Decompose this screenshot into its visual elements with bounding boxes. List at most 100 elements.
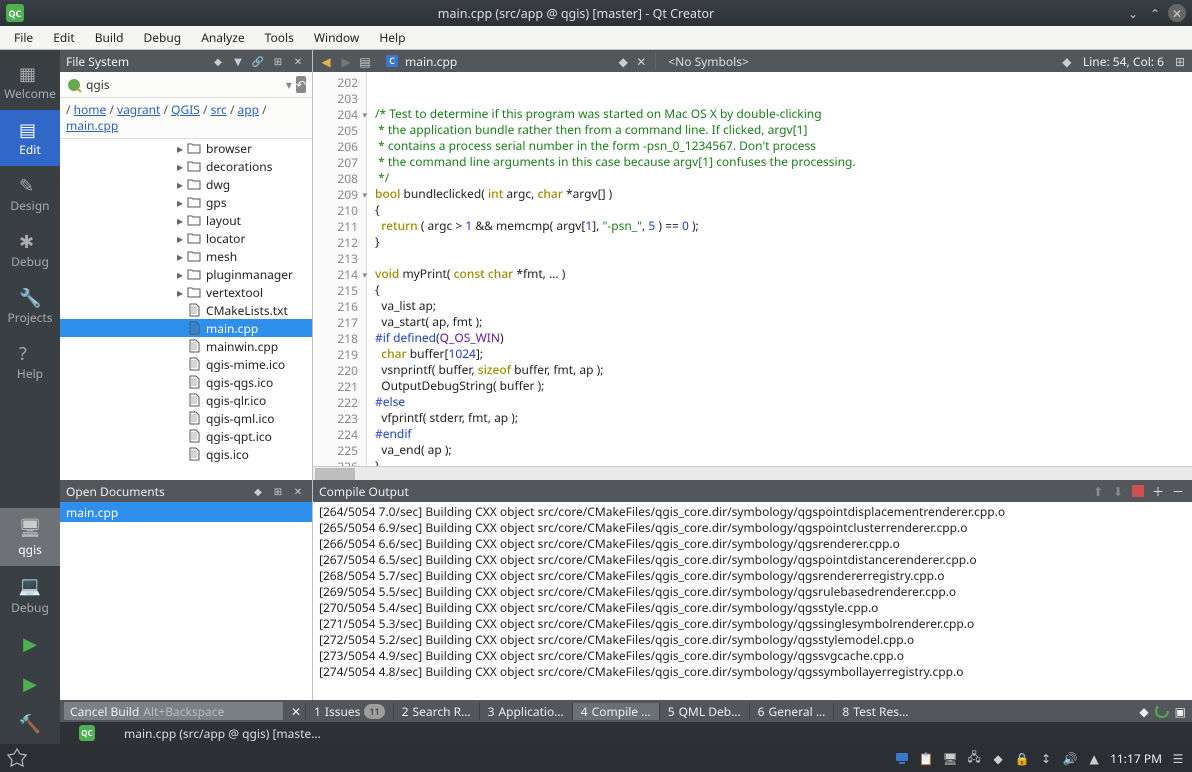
mode-debug[interactable]: ✱Debug — [0, 222, 60, 278]
file-tree[interactable]: ▸browser▸decorations▸dwg▸gps▸layout▸loca… — [60, 139, 312, 480]
minimize-button[interactable]: ⌄ — [1124, 4, 1142, 22]
maximize-button[interactable]: ⌃ — [1146, 4, 1164, 22]
menu-debug[interactable]: Debug — [133, 27, 191, 48]
start-menu-icon[interactable] — [6, 747, 28, 769]
split-icon[interactable]: ⊞ — [270, 53, 286, 69]
opendocs-dropdown-icon[interactable]: ◆ — [250, 483, 266, 499]
symbols-chevron-icon[interactable]: ◆ — [1059, 53, 1075, 70]
compile-zoom-in-icon[interactable]: ＋ — [1150, 483, 1166, 499]
mode-help[interactable]: ?Help — [0, 334, 60, 390]
breadcrumb-seg[interactable]: QGIS — [171, 101, 200, 118]
tray-updown-icon[interactable]: ↕ — [1038, 750, 1054, 766]
output-tab-1[interactable]: 1Issues11 — [305, 703, 393, 720]
file-dropdown-icon[interactable]: ◆ — [615, 53, 631, 70]
project-row[interactable]: qgis ▾ ↶ — [60, 72, 312, 98]
tray-chevron-icon[interactable]: ▲ — [1086, 750, 1102, 766]
back-icon[interactable]: ↶ — [296, 76, 306, 93]
breadcrumb-seg[interactable]: src — [211, 101, 227, 118]
menu-window[interactable]: Window — [304, 27, 370, 48]
tray-display-icon[interactable]: 🖥 — [942, 750, 958, 766]
code-area[interactable]: /* Test to determine if this program was… — [367, 72, 1192, 480]
tray-vault-icon[interactable]: 🔒 — [1014, 750, 1030, 766]
mode-edit[interactable]: ▤Edit — [0, 110, 60, 166]
compile-prev-icon[interactable]: ⬆ — [1090, 483, 1106, 499]
close-button[interactable]: ✕ — [1168, 4, 1186, 22]
cancel-build-field[interactable]: Cancel Build Alt+Backspace — [64, 702, 283, 720]
tree-folder[interactable]: ▸mesh — [60, 247, 312, 265]
close-panel-icon[interactable]: ✕ — [290, 53, 306, 69]
cancel-clear-icon[interactable]: ✕ — [291, 703, 301, 720]
output-tab-4[interactable]: 4Compile … — [572, 703, 659, 720]
editor-hscrollbar[interactable] — [313, 466, 1192, 480]
tree-file[interactable]: qgis-qml.ico — [60, 409, 312, 427]
tree-folder[interactable]: ▸decorations — [60, 157, 312, 175]
close-file-icon[interactable]: ✕ — [633, 53, 649, 70]
toggle-output-icon[interactable]: ▣ — [1175, 703, 1186, 720]
project-dropdown-icon[interactable]: ▾ — [286, 76, 292, 93]
code-editor[interactable]: 202203204▾205206207208209▾21021121221321… — [313, 72, 1192, 480]
run-build[interactable]: 🔨 — [0, 704, 60, 744]
menu-help[interactable]: Help — [369, 27, 415, 48]
opendocs-split-icon[interactable]: ⊞ — [270, 483, 286, 499]
open-documents-list[interactable]: main.cpp — [60, 502, 312, 700]
tray-clipboard-icon[interactable]: 📋 — [918, 750, 934, 766]
run-run[interactable]: ▶ — [0, 624, 60, 664]
tray-volume-icon[interactable]: 🔊 — [1062, 750, 1078, 766]
output-tab-8[interactable]: 8Test Res… — [833, 703, 916, 720]
menu-file[interactable]: File — [4, 27, 43, 48]
compile-stop-icon[interactable] — [1130, 483, 1146, 499]
tree-folder[interactable]: ▸vertextool — [60, 283, 312, 301]
compile-output[interactable]: [264/5054 7.0/sec] Building CXX object s… — [313, 502, 1192, 700]
run-rundbg[interactable]: ▶ — [0, 664, 60, 704]
tree-file[interactable]: qgis-qlr.ico — [60, 391, 312, 409]
tree-file[interactable]: qgis.ico — [60, 445, 312, 463]
opendocs-close-icon[interactable]: ✕ — [290, 483, 306, 499]
breadcrumb-seg[interactable]: app — [238, 101, 260, 118]
menu-build[interactable]: Build — [85, 27, 134, 48]
tree-file[interactable]: qgis-mime.ico — [60, 355, 312, 373]
tree-file[interactable]: qgis-qpt.ico — [60, 427, 312, 445]
bookmark-icon[interactable]: ▤ — [357, 53, 373, 70]
mode-welcome[interactable]: ▦Welcome — [0, 54, 60, 110]
system-clock[interactable]: 11:17 PM — [1110, 750, 1162, 767]
output-tab-3[interactable]: 3Applicatio… — [479, 703, 572, 720]
mode-projects[interactable]: 🔧Projects — [0, 278, 60, 334]
tree-folder[interactable]: ▸dwg — [60, 175, 312, 193]
tray-network-icon[interactable]: 🖧 — [966, 750, 982, 766]
filesystem-dropdown-icon[interactable]: ◆ — [210, 53, 226, 69]
menu-edit[interactable]: Edit — [43, 27, 84, 48]
tray-vm-icon[interactable] — [894, 750, 910, 766]
tree-file[interactable]: CMakeLists.txt — [60, 301, 312, 319]
output-tab-5[interactable]: 5QML Deb… — [659, 703, 749, 720]
nav-fwd-icon[interactable]: ▶ — [337, 53, 355, 70]
filter-icon[interactable]: ▼ — [230, 53, 246, 69]
nav-back-icon[interactable]: ◀ — [317, 53, 335, 70]
app-task-title[interactable]: main.cpp (src/app @ qgis) [maste... — [120, 725, 325, 742]
tree-folder[interactable]: ▸browser — [60, 139, 312, 157]
tray-kde-icon[interactable]: ☰ — [1170, 750, 1186, 766]
editor-filename[interactable]: main.cpp — [401, 53, 461, 70]
mode-design[interactable]: ✎Design — [0, 166, 60, 222]
symbols-dropdown[interactable]: <No Symbols> — [662, 53, 755, 70]
output-tabs-chevron-icon[interactable]: ◆ — [1139, 703, 1148, 720]
run-qgis[interactable]: 🖥qgis — [0, 508, 60, 566]
split-editor-icon[interactable]: ⊞ — [1172, 53, 1188, 70]
breadcrumb-seg[interactable]: vagrant — [117, 101, 160, 118]
compile-next-icon[interactable]: ⬇ — [1110, 483, 1126, 499]
tree-file[interactable]: mainwin.cpp — [60, 337, 312, 355]
tray-shield-icon[interactable]: ◆ — [990, 750, 1006, 766]
line-col-indicator[interactable]: Line: 54, Col: 6 — [1077, 53, 1170, 70]
run-Debug[interactable]: 💻Debug — [0, 566, 60, 624]
opendoc-item[interactable]: main.cpp — [60, 502, 312, 522]
compile-zoom-out-icon[interactable]: － — [1170, 483, 1186, 499]
tree-file[interactable]: qgis-qgs.ico — [60, 373, 312, 391]
tree-folder[interactable]: ▸gps — [60, 193, 312, 211]
breadcrumb-seg[interactable]: home — [74, 101, 107, 118]
menu-tools[interactable]: Tools — [255, 27, 304, 48]
link-icon[interactable]: 🔗 — [250, 53, 266, 69]
tree-folder[interactable]: ▸locator — [60, 229, 312, 247]
output-tab-6[interactable]: 6General … — [749, 703, 834, 720]
tree-folder[interactable]: ▸layout — [60, 211, 312, 229]
tree-file[interactable]: main.cpp — [60, 319, 312, 337]
output-tab-2[interactable]: 2Search R… — [393, 703, 479, 720]
